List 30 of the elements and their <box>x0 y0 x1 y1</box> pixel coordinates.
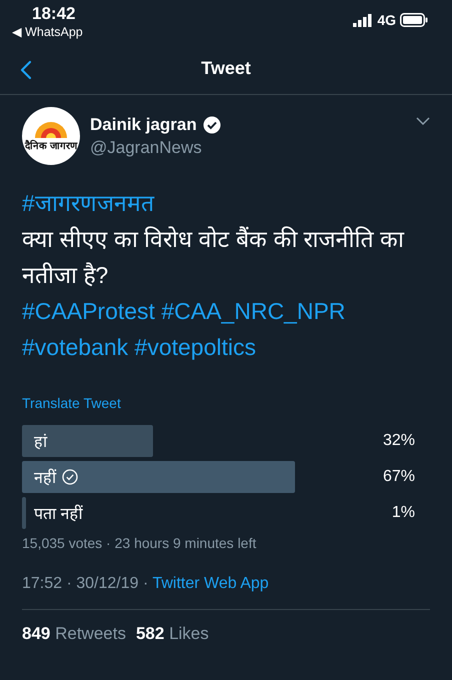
tweet-text: #जागरणजनमत क्या सीएए का विरोध वोट बैैंक की राजनीति का नतीजा है? #CAAProtest #CAA_NRC_NPR #votebank #votepoltics <box>22 189 406 362</box>
battery-icon <box>400 13 428 27</box>
check-circle-icon <box>62 469 78 485</box>
hashtag-link[interactable]: #CAA_NRC_NPR <box>161 298 346 324</box>
poll-option: पता नहीं <box>34 502 82 524</box>
stat-count[interactable]: 582 Likes <box>136 624 209 644</box>
source-link[interactable]: Twitter Web App <box>152 575 269 592</box>
chevron-down-icon[interactable] <box>416 117 430 125</box>
poll-option: नहीं <box>34 466 56 488</box>
poll-percentage: 67% <box>382 468 415 486</box>
poll-option: हां <box>34 430 47 452</box>
signal-icon <box>353 14 374 26</box>
back-to-app-link[interactable]: ◀ WhatsApp <box>12 24 83 39</box>
status-time: 18:42 <box>32 4 76 24</box>
network-label: 4G <box>377 12 396 28</box>
back-icon[interactable] <box>20 60 32 80</box>
translate-link[interactable]: Translate Tweet <box>22 395 121 411</box>
hashtag-link[interactable]: #votebank <box>22 334 128 360</box>
hashtag-link[interactable]: #votepoltics <box>134 334 256 360</box>
poll-percentage: 1% <box>392 504 415 522</box>
hashtag-link[interactable]: #जागरणजनमत <box>22 190 154 216</box>
hashtag-link[interactable]: #CAAProtest <box>22 298 155 324</box>
author-handle[interactable]: @JagranNews <box>90 138 406 158</box>
tweet-timestamp: 17:52 · 30/12/19 · <box>22 575 150 592</box>
poll-summary: 15,035 votes · 23 hours 9 minutes left <box>22 535 258 551</box>
author-name[interactable]: Dainik jagran <box>90 114 197 134</box>
page-title: Tweet <box>201 58 251 78</box>
stat-count[interactable]: 849 Retweets <box>22 624 126 644</box>
poll-percentage: 32% <box>382 432 415 450</box>
avatar[interactable]: दैनिक जागरण <box>22 107 80 165</box>
